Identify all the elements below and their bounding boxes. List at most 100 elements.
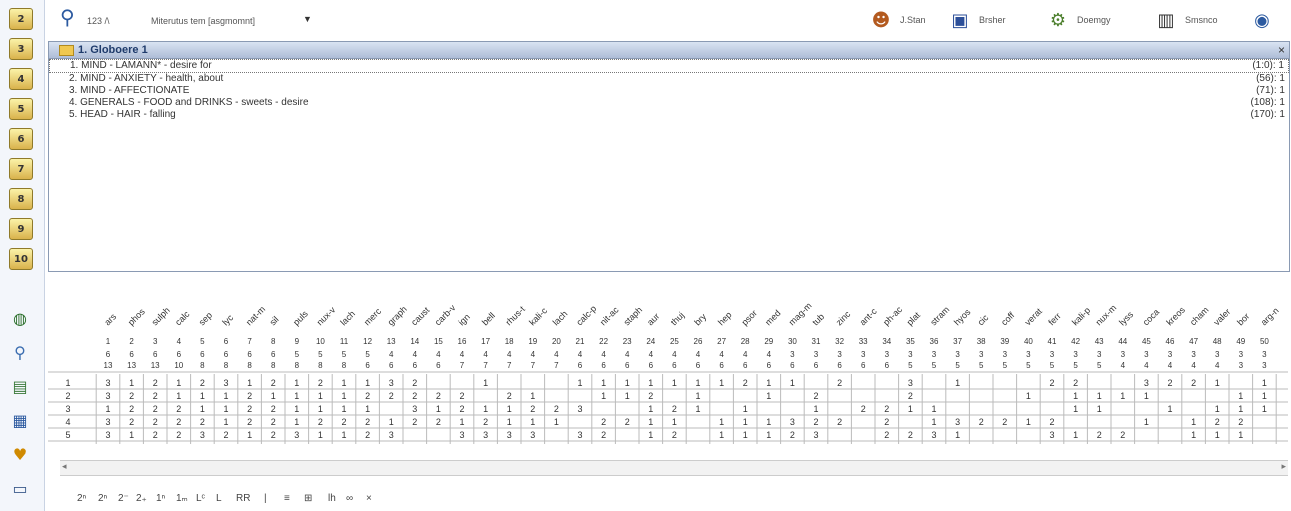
bottom-tool-button[interactable]: 1ⁿ [156, 490, 165, 506]
remedy-name[interactable]: coff [999, 310, 1017, 328]
remedy-name[interactable]: bell [480, 310, 497, 327]
chart-icon[interactable]: ▦ [9, 410, 31, 430]
bottom-tool-button[interactable]: 2ⁿ [98, 490, 107, 506]
remedy-name[interactable]: ferr [1046, 311, 1063, 328]
globe-icon[interactable]: ◍ [9, 308, 31, 328]
remedy-name[interactable]: kali-p [1070, 305, 1092, 327]
remedy-name[interactable]: carb-v [433, 302, 458, 327]
remedy-name[interactable]: kreos [1164, 304, 1187, 327]
remedy-name[interactable]: ars [102, 311, 118, 327]
remedy-name[interactable]: ant-c [858, 306, 880, 328]
bottom-tool-button[interactable]: L [216, 490, 222, 506]
number-5-icon[interactable]: 5 [9, 98, 33, 120]
bottom-tool-button[interactable]: ≡ [284, 490, 290, 506]
remedy-name[interactable]: stram [928, 304, 951, 327]
rubric-row[interactable]: 4. GENERALS - FOOD and DRINKS - sweets -… [49, 97, 1289, 109]
number-10-icon[interactable]: 10 [9, 248, 33, 270]
remedy-name[interactable]: nux-v [315, 304, 338, 327]
scroll-right-icon[interactable]: ▸ [1281, 461, 1286, 472]
horizontal-scrollbar[interactable]: ◂ ▸ [60, 460, 1288, 476]
scroll-left-icon[interactable]: ◂ [62, 461, 67, 472]
remedy-name[interactable]: arg-n [1259, 305, 1281, 327]
remedy-name[interactable]: mag-m [787, 301, 814, 328]
search-icon[interactable]: ⚲ [60, 5, 86, 31]
bottom-tool-button[interactable]: Lᶜ [196, 490, 205, 506]
remedy-name[interactable]: sulph [150, 305, 172, 327]
number-9-icon[interactable]: 9 [9, 218, 33, 240]
remedy-name[interactable]: psor [740, 308, 759, 327]
remedy-name[interactable]: hyos [952, 307, 973, 328]
grade-cell: 1 [931, 417, 936, 427]
bottom-tool-button[interactable]: lh [328, 490, 336, 506]
remedy-name[interactable]: lyss [1117, 309, 1135, 327]
rubric-row[interactable]: 2. MIND - ANXIETY - health, about (56): 1 [49, 73, 1289, 85]
close-icon[interactable]: × [1278, 43, 1285, 57]
bottom-tool-button[interactable]: 2₊ [136, 490, 147, 506]
remedy-name[interactable]: kali-c [527, 305, 549, 327]
window-icon[interactable]: ▭ [9, 478, 31, 498]
remedy-name[interactable]: caust [409, 305, 432, 328]
remedy-name[interactable]: nat-m [244, 304, 267, 327]
remedy-name[interactable]: lyc [220, 312, 235, 327]
rubric-row[interactable]: 3. MIND - AFFECTIONATE (71): 1 [49, 85, 1289, 97]
remedy-name[interactable]: ign [456, 312, 472, 328]
remedy-name[interactable]: graph [386, 304, 409, 327]
remedy-name[interactable]: phos [126, 306, 147, 327]
bottom-tool-button[interactable]: RR [236, 490, 250, 506]
bottom-tool-button[interactable]: × [366, 490, 372, 506]
bottom-tool-button[interactable]: | [264, 490, 267, 506]
remedy-name[interactable]: lach [338, 309, 357, 328]
bottom-tool-button[interactable]: 1ₘ [176, 490, 188, 506]
grade-cell: 1 [1238, 430, 1243, 440]
remedy-name[interactable]: sil [268, 314, 281, 327]
help-button[interactable]: ◉ [1249, 6, 1275, 34]
tool-brsher[interactable]: ▣ Brsher [947, 6, 1005, 34]
number-7-icon[interactable]: 7 [9, 158, 33, 180]
remedy-name[interactable]: zinc [834, 309, 853, 328]
remedy-name[interactable]: hep [716, 310, 734, 328]
grade-cell: 2 [412, 391, 417, 401]
remedy-name[interactable]: verat [1023, 306, 1045, 328]
remedy-name[interactable]: calc [173, 309, 192, 328]
bottom-tool-button[interactable]: 2⁻ [118, 490, 129, 506]
rubric-row[interactable]: 5. HEAD - HAIR - falling (170): 1 [49, 109, 1289, 121]
remedy-name[interactable]: bor [1235, 311, 1251, 327]
remedy-name[interactable]: coca [1141, 307, 1162, 328]
repertory-icon[interactable]: ▤ [9, 376, 31, 396]
remedy-name[interactable]: nit-ac [598, 304, 621, 327]
remedy-name[interactable]: merc [362, 306, 384, 328]
remedy-name[interactable]: ph-ac [881, 304, 904, 327]
bottom-tool-button[interactable]: ⊞ [304, 490, 312, 506]
method-select[interactable]: Miterutus tem [asgmomnt] [151, 16, 255, 26]
number-4-icon[interactable]: 4 [9, 68, 33, 90]
remedy-name[interactable]: med [763, 308, 782, 327]
remedy-name[interactable]: puls [291, 308, 310, 327]
bottom-tool-button[interactable]: ∞ [346, 490, 353, 506]
remedy-name[interactable]: nux-m [1094, 303, 1119, 328]
remedy-name[interactable]: bry [692, 311, 708, 327]
remedy-name[interactable]: rhus-t [504, 304, 528, 328]
heart-icon[interactable]: ♥ [9, 444, 31, 464]
rubric-row[interactable]: 1. MIND - LAMANN* - desire for (1:0): 1 [49, 59, 1289, 73]
tool-smsnco[interactable]: ▥ Smsnco [1153, 6, 1217, 34]
remedy-name[interactable]: calc-p [574, 303, 598, 327]
chevron-down-icon[interactable]: ▼ [303, 14, 312, 24]
remedy-name[interactable]: cham [1188, 305, 1211, 328]
number-8-icon[interactable]: 8 [9, 188, 33, 210]
remedy-name[interactable]: sep [197, 310, 214, 327]
tool-doemgy[interactable]: ⚙ Doemgy [1045, 6, 1111, 34]
remedy-name[interactable]: thuj [669, 310, 686, 327]
remedy-name[interactable]: plat [905, 310, 923, 328]
number-2-icon[interactable]: 2 [9, 8, 33, 30]
remedy-name[interactable]: valer [1212, 307, 1233, 328]
magnet-icon[interactable]: ⚲ [9, 342, 31, 362]
remedy-name[interactable]: cic [976, 312, 991, 327]
number-3-icon[interactable]: 3 [9, 38, 33, 60]
remedy-name[interactable]: lach [551, 309, 570, 328]
tool-jstan[interactable]: ☻ J.Stan [868, 6, 926, 34]
remedy-name[interactable]: aur [645, 311, 661, 327]
remedy-name[interactable]: staph [622, 305, 645, 328]
remedy-name[interactable]: tub [810, 311, 826, 327]
number-6-icon[interactable]: 6 [9, 128, 33, 150]
bottom-tool-button[interactable]: 2ⁿ [77, 490, 86, 506]
